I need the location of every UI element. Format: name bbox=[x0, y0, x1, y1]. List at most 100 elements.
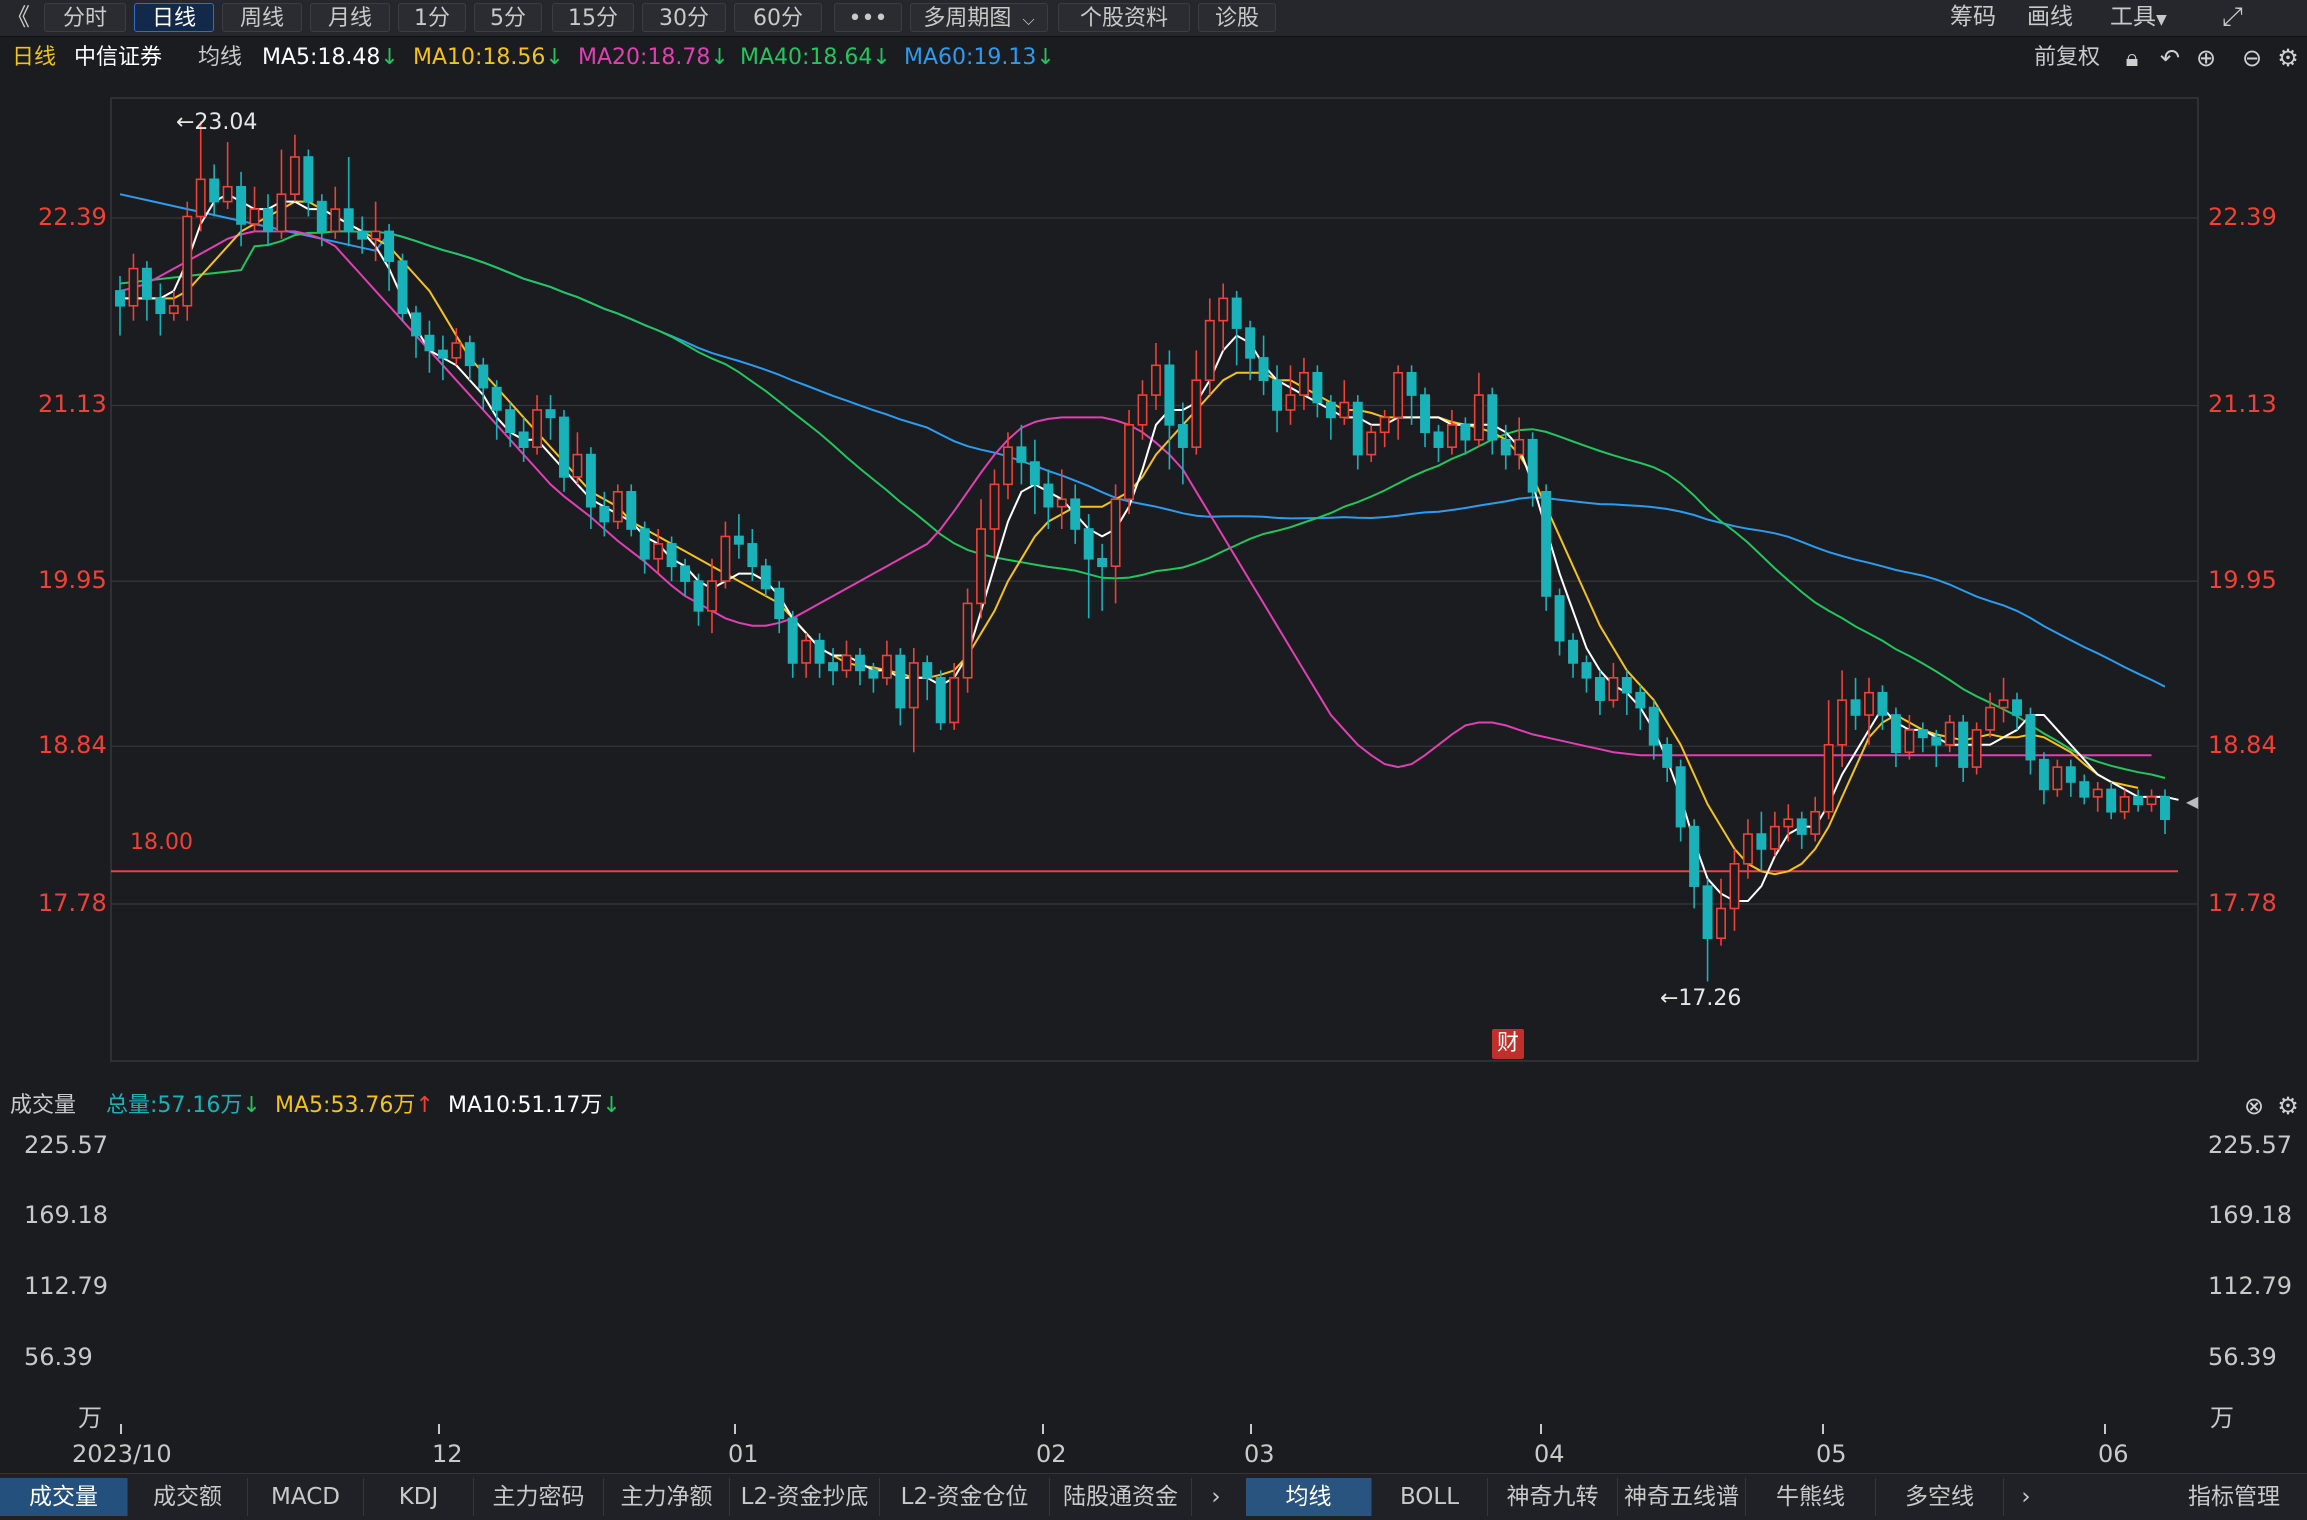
volume-tick-right-2: 112.79 bbox=[2208, 1271, 2292, 1300]
candle-body bbox=[1043, 483, 1054, 508]
price-tick-left-2: 19.95 bbox=[38, 566, 107, 595]
indicator-tab-0[interactable]: 成交量 bbox=[0, 1478, 128, 1516]
ma20-value: MA20:18.78↓ bbox=[578, 45, 729, 70]
candle-body bbox=[370, 230, 381, 240]
indicator-tab-3[interactable]: KDJ bbox=[364, 1478, 474, 1516]
remove-circle-icon[interactable]: ⊖ bbox=[2238, 43, 2266, 73]
volume-tick-left-1: 169.18 bbox=[24, 1201, 108, 1230]
candle-body bbox=[1729, 863, 1740, 910]
candle-body bbox=[720, 535, 731, 582]
undo-icon[interactable]: ↶ bbox=[2156, 43, 2184, 73]
candle-body bbox=[1541, 491, 1552, 597]
multi-period-dropdown[interactable]: 多周期图 ⌵ bbox=[910, 3, 1048, 32]
candle-body bbox=[1756, 833, 1767, 850]
gear-icon[interactable]: ⚙ bbox=[2274, 43, 2302, 73]
volume-ma5: MA5:53.76万↑ bbox=[275, 1093, 434, 1118]
indicator-tab-8[interactable]: 陆股通资金 bbox=[1050, 1478, 1192, 1516]
candle-body bbox=[1635, 691, 1646, 709]
candle-body bbox=[707, 580, 717, 612]
scroll-right-icon-2[interactable]: › bbox=[2006, 1478, 2046, 1516]
date-tick-7: 06 bbox=[2098, 1440, 2129, 1468]
candle-body bbox=[343, 208, 354, 233]
add-circle-icon[interactable]: ⊕ bbox=[2192, 43, 2220, 73]
overlay-tab-1[interactable]: BOLL bbox=[1372, 1478, 1488, 1516]
indicator-tab-5[interactable]: 主力净额 bbox=[604, 1478, 730, 1516]
candle-body bbox=[2012, 699, 2022, 716]
candle-body bbox=[168, 304, 179, 315]
finance-marker[interactable]: 财 bbox=[1492, 1029, 1524, 1059]
indicator-tab-4[interactable]: 主力密码 bbox=[474, 1478, 604, 1516]
date-tick-6: 05 bbox=[1816, 1440, 1847, 1468]
ma60-value: MA60:19.13↓ bbox=[904, 45, 1055, 70]
candle-body bbox=[1608, 677, 1619, 701]
multi-period-label: 多周期图 bbox=[923, 6, 1012, 31]
scroll-right-icon[interactable]: › bbox=[1196, 1478, 1236, 1516]
current-price-pointer-icon: ◀ bbox=[2186, 792, 2199, 811]
date-tick-4: 03 bbox=[1244, 1440, 1275, 1468]
price-tick-right-2: 19.95 bbox=[2208, 566, 2277, 595]
period-tab-3[interactable]: 月线 bbox=[310, 3, 390, 32]
period-tab-0[interactable]: 分时 bbox=[44, 3, 126, 32]
candle-body bbox=[222, 185, 233, 203]
volume-gear-icon[interactable]: ⚙ bbox=[2274, 1091, 2302, 1121]
candle-body bbox=[2025, 714, 2036, 761]
candle-body bbox=[2092, 788, 2103, 798]
tools-button[interactable]: 工具▼ bbox=[2110, 3, 2167, 32]
support-line-label: 18.00 bbox=[130, 830, 193, 855]
candle-body bbox=[195, 178, 206, 218]
candle-body bbox=[357, 230, 368, 240]
indicator-manage-button[interactable]: 指标管理 bbox=[2166, 1478, 2302, 1516]
candle-body bbox=[1904, 729, 1915, 754]
period-tab-2[interactable]: 周线 bbox=[222, 3, 302, 32]
candle-body bbox=[1177, 424, 1188, 448]
candle-body bbox=[1379, 416, 1390, 434]
high-marker: ←23.04 bbox=[176, 110, 258, 135]
candle-body bbox=[1258, 357, 1269, 381]
candle-body bbox=[828, 662, 839, 672]
indicator-tab-1[interactable]: 成交额 bbox=[128, 1478, 248, 1516]
candlestick-chart[interactable] bbox=[0, 78, 2307, 1078]
period-tab-6[interactable]: 15分 bbox=[552, 3, 634, 32]
date-tick-mark bbox=[1822, 1424, 1824, 1434]
period-tab-8[interactable]: 60分 bbox=[734, 3, 822, 32]
candle-body bbox=[316, 200, 327, 233]
candle-body bbox=[1204, 319, 1215, 381]
candle-body bbox=[1594, 677, 1605, 701]
candle-body bbox=[1689, 825, 1700, 887]
stock-info-button[interactable]: 个股资料 bbox=[1058, 3, 1190, 32]
overlay-tab-2[interactable]: 神奇九转 bbox=[1488, 1478, 1618, 1516]
ma-info-bar: 日线 中信证券 均线 MA5:18.48↓ MA10:18.56↓ MA20:1… bbox=[0, 38, 2307, 78]
candle-body bbox=[397, 260, 408, 315]
candle-body bbox=[115, 290, 125, 307]
candle-body bbox=[411, 312, 421, 337]
candle-body bbox=[1460, 424, 1471, 441]
indicator-tab-7[interactable]: L2-资金仓位 bbox=[880, 1478, 1050, 1516]
more-button[interactable]: ••• bbox=[834, 3, 902, 32]
period-tab-4[interactable]: 1分 bbox=[398, 3, 466, 32]
lock-icon[interactable]: 🔒︎ bbox=[2118, 43, 2146, 73]
chips-button[interactable]: 筹码 bbox=[1950, 3, 1996, 32]
indicator-tab-6[interactable]: L2-资金抄底 bbox=[730, 1478, 880, 1516]
candle-body bbox=[451, 342, 462, 359]
date-tick-mark bbox=[120, 1424, 122, 1434]
date-tick-2: 01 bbox=[728, 1440, 759, 1468]
period-tab-7[interactable]: 30分 bbox=[642, 3, 726, 32]
overlay-tab-4[interactable]: 牛熊线 bbox=[1746, 1478, 1876, 1516]
indicator-tab-2[interactable]: MACD bbox=[248, 1478, 364, 1516]
candle-body bbox=[585, 453, 596, 508]
draw-line-button[interactable]: 画线 bbox=[2027, 3, 2073, 32]
overlay-tab-0[interactable]: 均线 bbox=[1246, 1478, 1372, 1516]
overlay-tab-5[interactable]: 多空线 bbox=[1876, 1478, 2004, 1516]
period-tab-5[interactable]: 5分 bbox=[474, 3, 542, 32]
close-circle-icon[interactable]: ⊗ bbox=[2240, 1091, 2268, 1121]
candle-body bbox=[1097, 557, 1108, 568]
candle-body bbox=[1769, 825, 1780, 850]
overlay-tab-3[interactable]: 神奇五线谱 bbox=[1618, 1478, 1746, 1516]
diagnose-button[interactable]: 诊股 bbox=[1198, 3, 1276, 32]
back-icon[interactable]: 《 bbox=[6, 3, 30, 32]
expand-icon[interactable]: ⤢ bbox=[2222, 3, 2243, 32]
adjust-mode[interactable]: 前复权 bbox=[2034, 38, 2100, 78]
period-tab-1[interactable]: 日线 bbox=[134, 3, 214, 32]
date-tick-mark bbox=[1250, 1424, 1252, 1434]
ma-label[interactable]: 均线 bbox=[198, 38, 242, 78]
